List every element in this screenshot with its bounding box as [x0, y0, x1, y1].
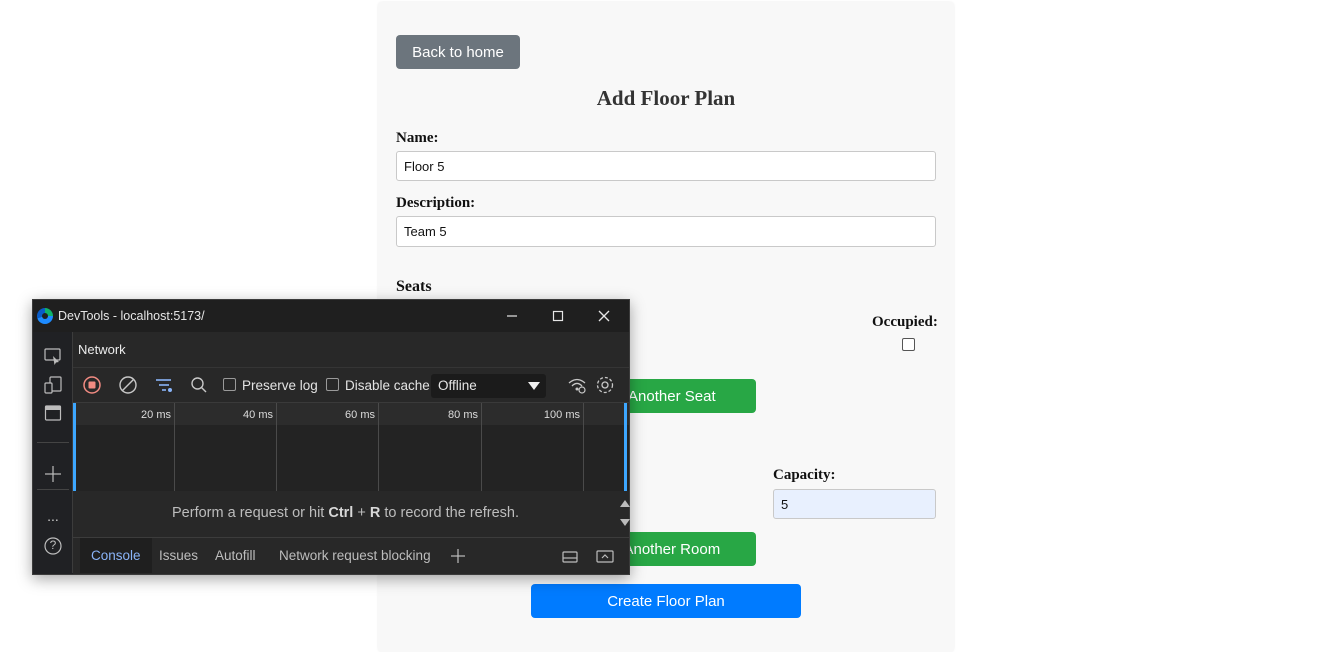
- seats-section-title: Seats: [396, 278, 432, 295]
- edge-logo-icon: [37, 308, 53, 324]
- timeline-tick-label: 40 ms: [243, 409, 273, 421]
- throttling-value: Offline: [438, 378, 477, 393]
- create-floor-plan-button[interactable]: Create Floor Plan: [531, 584, 801, 618]
- preserve-log-label: Preserve log: [242, 378, 318, 393]
- activity-bar-divider: [37, 442, 69, 443]
- tab-issues[interactable]: Issues: [148, 538, 209, 573]
- search-icon[interactable]: [189, 375, 209, 395]
- timeline-gridline: [583, 403, 584, 491]
- undock-icon[interactable]: [595, 546, 615, 566]
- timeline-tick-label: 80 ms: [448, 409, 478, 421]
- timeline-left-handle[interactable]: [73, 403, 76, 491]
- device-toolbar-icon[interactable]: [43, 375, 63, 395]
- description-label: Description:: [396, 195, 476, 211]
- timeline-tick-label: 20 ms: [141, 409, 171, 421]
- filter-icon[interactable]: [154, 375, 174, 395]
- timeline-right-handle[interactable]: [624, 403, 627, 491]
- network-overview-timeline[interactable]: 20 ms 40 ms 60 ms 80 ms 100 ms: [73, 402, 629, 492]
- devtools-activity-bar: ... ?: [33, 332, 73, 573]
- vertical-scrollbar[interactable]: [618, 491, 630, 537]
- scroll-down-icon[interactable]: [620, 519, 630, 526]
- name-input[interactable]: [396, 151, 936, 181]
- tab-autofill[interactable]: Autofill: [204, 538, 267, 573]
- help-label: ?: [49, 538, 57, 552]
- scroll-up-icon[interactable]: [620, 500, 630, 507]
- chevron-down-icon: [528, 382, 540, 390]
- timeline-gridline: [481, 403, 482, 491]
- preserve-log-checkbox[interactable]: [223, 378, 236, 391]
- capacity-label: Capacity:: [773, 467, 836, 483]
- network-panel: Network Preserve log Disable cache Offli…: [73, 332, 630, 574]
- back-to-home-button[interactable]: Back to home: [396, 35, 520, 69]
- tab-console[interactable]: Console: [80, 538, 152, 573]
- help-icon[interactable]: ?: [43, 536, 63, 556]
- tab-network-request-blocking[interactable]: Network request blocking: [268, 538, 442, 573]
- page-title: Add Floor Plan: [596, 86, 736, 110]
- devtools-titlebar[interactable]: DevTools - localhost:5173/: [33, 300, 629, 332]
- network-conditions-icon[interactable]: [567, 375, 587, 395]
- name-label: Name:: [396, 130, 439, 146]
- panel-header: Network: [73, 332, 629, 366]
- empty-requests-area: Perform a request or hit Ctrl + R to rec…: [73, 491, 618, 537]
- description-input[interactable]: [396, 216, 936, 247]
- timeline-tick-label: 60 ms: [345, 409, 375, 421]
- add-tab-icon[interactable]: [448, 546, 468, 566]
- throttling-select[interactable]: Offline: [431, 374, 546, 398]
- devtools-window-title: DevTools - localhost:5173/: [58, 309, 205, 323]
- dock-icon[interactable]: [560, 546, 580, 566]
- more-icon[interactable]: ...: [43, 508, 63, 528]
- record-stop-icon[interactable]: [82, 375, 102, 395]
- timeline-gridline: [174, 403, 175, 491]
- minimize-icon[interactable]: [502, 306, 522, 326]
- add-icon[interactable]: [43, 464, 63, 484]
- timeline-tick-label: 100 ms: [543, 409, 580, 421]
- disable-cache-checkbox[interactable]: [326, 378, 339, 391]
- occupied-label: Occupied:: [872, 314, 938, 330]
- drawer-tabbar: Console Issues Autofill Network request …: [73, 537, 629, 574]
- occupied-checkbox[interactable]: [902, 338, 915, 351]
- maximize-icon[interactable]: [548, 306, 568, 326]
- empty-requests-message: Perform a request or hit Ctrl + R to rec…: [172, 505, 519, 521]
- network-toolbar: Preserve log Disable cache Offline: [73, 367, 629, 402]
- timeline-gridline: [276, 403, 277, 491]
- capacity-input[interactable]: [773, 489, 936, 519]
- panel-title: Network: [78, 342, 126, 357]
- clear-icon[interactable]: [118, 375, 138, 395]
- devtools-window: DevTools - localhost:5173/ ... ? Network…: [32, 299, 630, 575]
- gear-icon[interactable]: [595, 375, 615, 395]
- activity-bar-divider: [37, 489, 69, 490]
- inspect-icon[interactable]: [43, 346, 63, 366]
- disable-cache-label: Disable cache: [345, 378, 430, 393]
- close-icon[interactable]: [594, 306, 614, 326]
- panel-icon[interactable]: [43, 403, 63, 423]
- timeline-gridline: [378, 403, 379, 491]
